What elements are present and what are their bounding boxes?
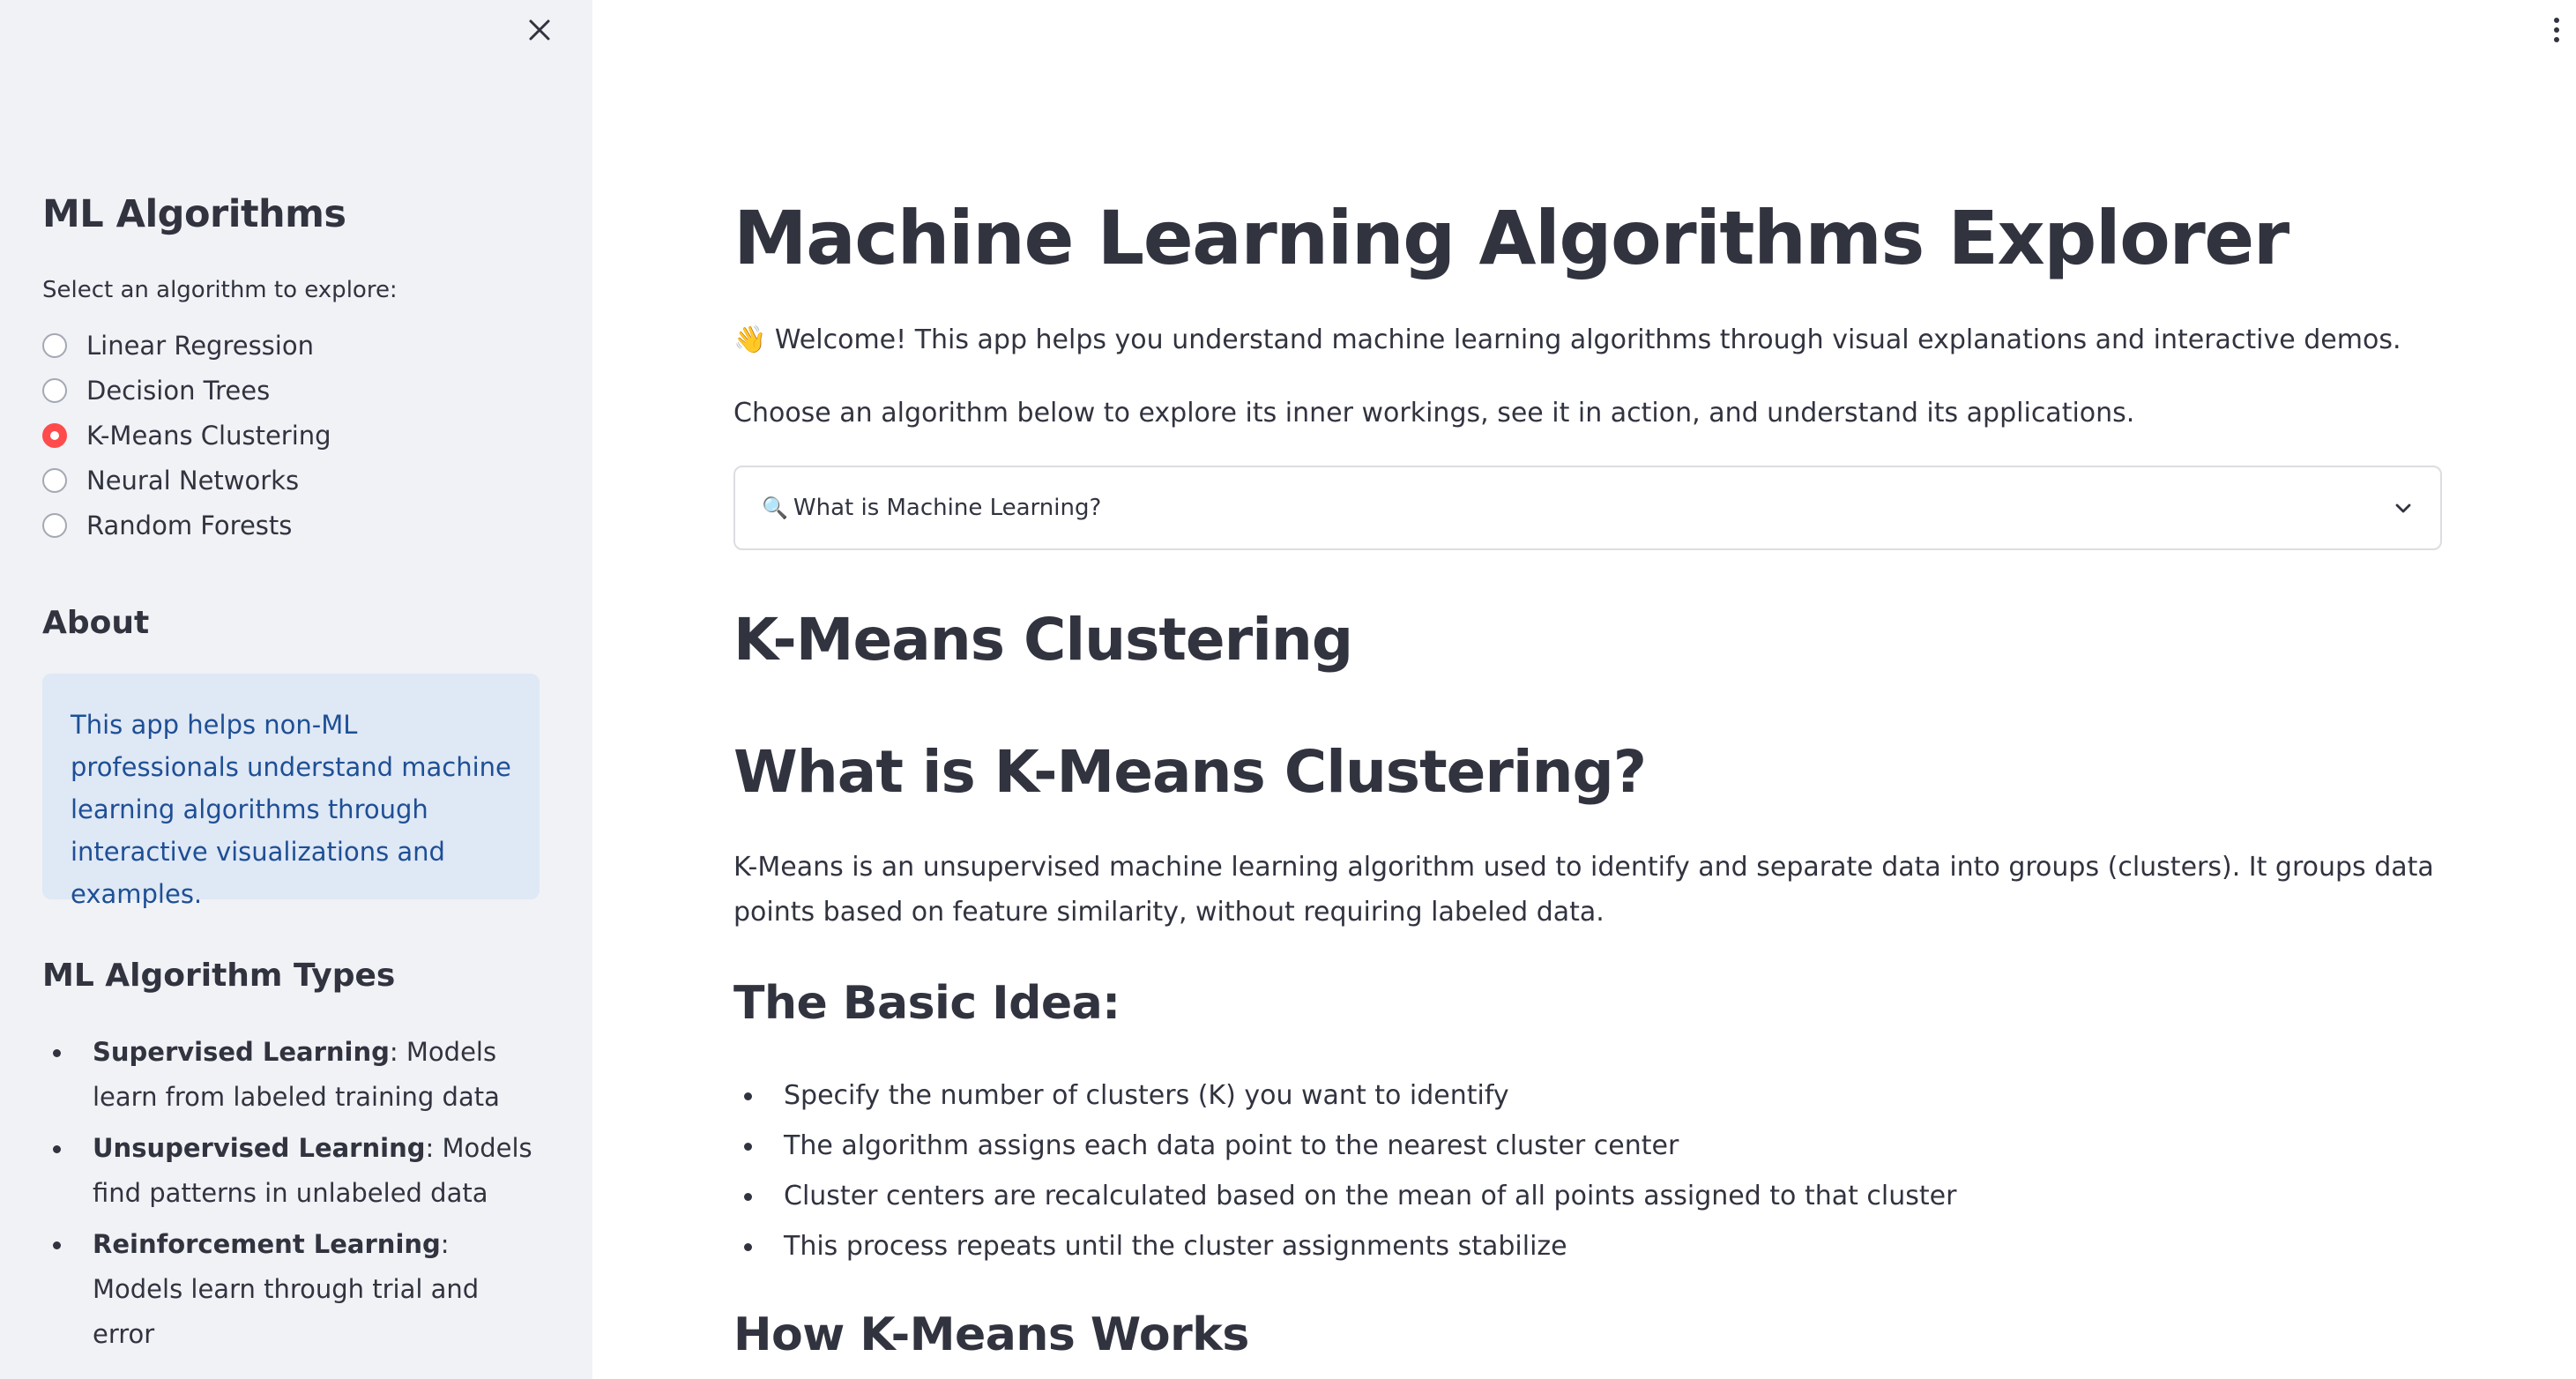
radio-option-decision-trees[interactable]: Decision Trees xyxy=(42,368,331,413)
about-heading: About xyxy=(42,605,150,641)
how-it-works-heading: How K-Means Works xyxy=(733,1308,1249,1361)
algorithm-heading: K-Means Clustering xyxy=(733,606,1353,674)
radio-label: Linear Regression xyxy=(86,330,314,361)
list-item: Reinforcement Learning: Models learn thr… xyxy=(42,1222,541,1357)
main-menu-button[interactable] xyxy=(2546,12,2567,48)
radio-option-linear-regression[interactable]: Linear Regression xyxy=(42,323,331,368)
what-is-heading: What is K-Means Clustering? xyxy=(733,738,1647,806)
close-sidebar-button[interactable] xyxy=(522,12,557,48)
about-info-box: This app helps non-ML professionals unde… xyxy=(42,674,540,909)
radio-button-icon[interactable] xyxy=(42,512,67,538)
radio-label: K-Means Clustering xyxy=(86,420,331,451)
waving-hand-icon: 👋 xyxy=(733,324,767,355)
radio-button-icon[interactable] xyxy=(42,377,67,403)
radio-button-icon[interactable] xyxy=(42,467,67,493)
more-vert-icon xyxy=(2554,37,2559,42)
close-icon xyxy=(529,19,550,41)
chevron-down-icon[interactable] xyxy=(2393,497,2414,518)
algorithm-radio-group: Linear Regression Decision Trees K-Means… xyxy=(42,323,331,548)
radio-label: Random Forests xyxy=(86,510,293,540)
radio-option-neural-networks[interactable]: Neural Networks xyxy=(42,458,331,503)
page-title: Machine Learning Algorithms Explorer xyxy=(733,195,2289,281)
sidebar-title: ML Algorithms xyxy=(42,192,346,236)
radio-label: Decision Trees xyxy=(86,375,271,406)
what-is-description: K-Means is an unsupervised machine learn… xyxy=(733,852,2434,928)
type-name: Reinforcement Learning xyxy=(93,1229,441,1259)
list-item: Unsupervised Learning: Models find patte… xyxy=(42,1126,541,1216)
type-name: Unsupervised Learning xyxy=(93,1133,426,1163)
what-is-ml-expander[interactable]: 🔍 What is Machine Learning? xyxy=(733,466,2442,550)
radio-button-selected-icon[interactable] xyxy=(42,422,67,448)
magnifier-icon: 🔍 xyxy=(762,496,788,520)
list-item: Supervised Learning: Models learn from l… xyxy=(42,1030,541,1120)
radio-label: Neural Networks xyxy=(86,465,300,496)
expander-label: What is Machine Learning? xyxy=(793,495,1102,521)
list-item: Specify the number of clusters (K) you w… xyxy=(733,1070,1956,1121)
algorithm-select-label: Select an algorithm to explore: xyxy=(42,277,398,303)
sidebar: ML Algorithms Select an algorithm to exp… xyxy=(0,0,592,1379)
welcome-message: Welcome! This app helps you understand m… xyxy=(774,324,2401,355)
algorithm-types-list: Supervised Learning: Models learn from l… xyxy=(42,1030,541,1363)
radio-button-icon[interactable] xyxy=(42,332,67,358)
more-vert-icon xyxy=(2554,27,2559,33)
basic-idea-list: Specify the number of clusters (K) you w… xyxy=(733,1070,1956,1271)
basic-idea-heading: The Basic Idea: xyxy=(733,977,1120,1030)
list-item: Cluster centers are recalculated based o… xyxy=(733,1171,1956,1221)
welcome-text: 👋 Welcome! This app helps you understand… xyxy=(733,324,2401,355)
radio-option-k-means-clustering[interactable]: K-Means Clustering xyxy=(42,413,331,458)
choose-text: Choose an algorithm below to explore its… xyxy=(733,398,2135,429)
algorithm-types-heading: ML Algorithm Types xyxy=(42,958,396,994)
type-name: Supervised Learning xyxy=(93,1037,390,1067)
list-item: This process repeats until the cluster a… xyxy=(733,1221,1956,1271)
radio-option-random-forests[interactable]: Random Forests xyxy=(42,503,331,548)
more-vert-icon xyxy=(2554,18,2559,23)
list-item: The algorithm assigns each data point to… xyxy=(733,1121,1956,1171)
